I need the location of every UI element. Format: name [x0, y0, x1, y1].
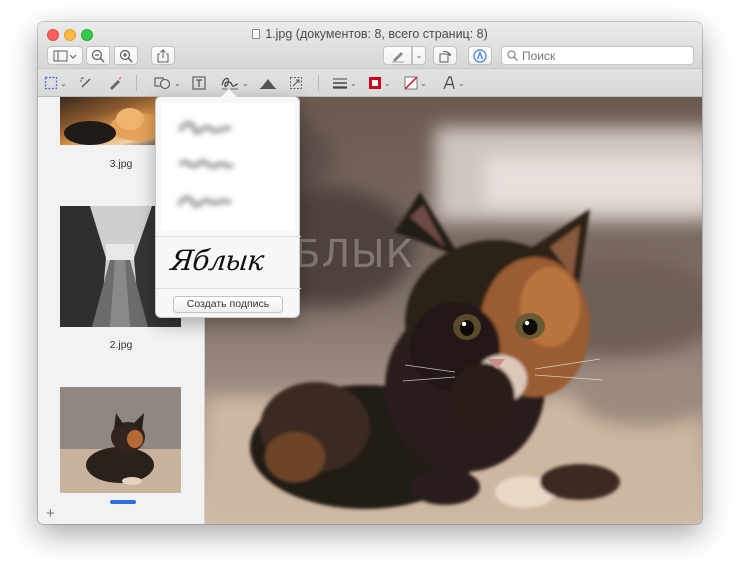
- border-color-tool[interactable]: ⌄: [368, 72, 391, 94]
- fill-color-tool[interactable]: ⌄: [404, 72, 427, 94]
- share-icon: [157, 48, 169, 62]
- selection-tool[interactable]: ⌄: [44, 72, 67, 94]
- add-page-icon[interactable]: +: [46, 505, 55, 522]
- title-bar: 1.jpg (документов: 8, всего страниц: 8): [38, 22, 702, 68]
- toolbar-divider: [318, 75, 319, 91]
- signature-item[interactable]: Яблык: [169, 244, 265, 277]
- chevron-down-icon: ⌄: [60, 78, 67, 88]
- chevron-down-icon: ⌄: [420, 78, 427, 88]
- search-input[interactable]: [522, 48, 682, 63]
- blurred-signature: [178, 159, 235, 169]
- fill-color-icon: [404, 76, 418, 90]
- window-title-text: 1.jpg (документов: 8, всего страниц: 8): [265, 27, 488, 41]
- rotate-button[interactable]: [433, 46, 457, 65]
- window-title: 1.jpg (документов: 8, всего страниц: 8): [38, 27, 702, 41]
- sidebar-toggle-button[interactable]: [47, 46, 83, 65]
- zoom-out-button[interactable]: [86, 46, 110, 65]
- chevron-down-icon: ⌄: [174, 78, 181, 88]
- search-field[interactable]: [501, 46, 694, 65]
- shapes-tool[interactable]: ⌄: [154, 72, 181, 94]
- chevron-down-icon: ⌄: [458, 78, 465, 88]
- shapes-icon: [154, 77, 171, 90]
- create-signature-button[interactable]: Создать подпись: [173, 296, 283, 313]
- border-color-icon: [369, 77, 381, 89]
- chevron-down-icon: ⌄: [242, 78, 249, 88]
- search-icon: [507, 50, 518, 61]
- adjust-size-tool[interactable]: [289, 72, 303, 94]
- adjust-color-icon: [260, 79, 276, 89]
- markup-toolbar-button[interactable]: [468, 46, 492, 65]
- resize-icon: [290, 77, 302, 89]
- selected-page-indicator: [110, 500, 136, 504]
- highlight-pen-button[interactable]: [383, 46, 412, 65]
- zoom-in-button[interactable]: [114, 46, 138, 65]
- toolbar-divider: [136, 75, 137, 91]
- chevron-down-icon: ⌄: [384, 78, 391, 88]
- popover-divider: [156, 236, 301, 237]
- sidebar-icon: [53, 50, 77, 61]
- signature-popover: Яблык Создать подпись: [155, 87, 301, 318]
- line-style-icon: [333, 78, 347, 89]
- thumbnail-label: 2.jpg: [109, 339, 133, 351]
- rotate-icon: [439, 50, 452, 62]
- text-tool[interactable]: [192, 72, 206, 94]
- zoom-in-icon: [119, 49, 133, 62]
- pen-icon: [391, 51, 404, 63]
- chevron-down-icon: ⌄: [350, 78, 357, 88]
- markup-toolbar: ⌄ ⌄ ⌄ ⌄ ⌄ ⌄ ⌄: [38, 68, 702, 97]
- line-style-tool[interactable]: ⌄: [332, 72, 357, 94]
- instant-alpha-tool[interactable]: [79, 72, 93, 94]
- text-box-icon: [192, 76, 206, 90]
- kitten-photo-thumbnail: [60, 387, 181, 493]
- blurred-signature: [178, 121, 233, 135]
- chevron-down-icon: ⌄: [415, 51, 423, 60]
- zoom-out-icon: [91, 49, 105, 62]
- rectangular-selection-icon: [44, 76, 58, 90]
- highlight-menu-button[interactable]: ⌄: [412, 46, 426, 65]
- markup-icon: [473, 48, 487, 63]
- document-icon: [252, 29, 261, 39]
- blurred-signature: [177, 196, 233, 208]
- sketch-tool[interactable]: [108, 72, 122, 94]
- saved-signatures-list[interactable]: [161, 103, 295, 231]
- adjust-color-tool[interactable]: [259, 72, 277, 94]
- share-button[interactable]: [151, 46, 175, 65]
- popover-divider: [156, 288, 301, 289]
- text-style-icon: [443, 76, 455, 90]
- sketch-pen-icon: [110, 77, 121, 90]
- thumbnail-1[interactable]: [60, 387, 181, 493]
- text-style-tool[interactable]: ⌄: [442, 72, 465, 94]
- magic-wand-icon: [80, 77, 91, 88]
